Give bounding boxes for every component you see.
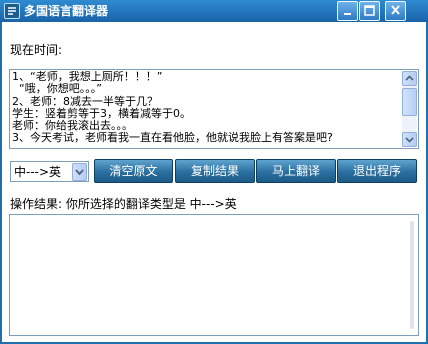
selected-direction: 中--->英 — [14, 165, 62, 179]
close-button[interactable] — [385, 1, 406, 21]
window-title: 多国语言翻译器 — [24, 4, 109, 18]
dropdown-button[interactable] — [72, 163, 87, 181]
maximize-button[interactable] — [359, 1, 380, 21]
source-scrollbar[interactable] — [402, 71, 417, 147]
result-scrollbar[interactable] — [410, 221, 414, 329]
time-label: 现在时间: — [10, 43, 63, 57]
clear-source-button[interactable]: 清空原文 — [94, 159, 173, 183]
client-area: 现在时间: 1、“老师，我想上厕所！！！” “哦，你想吧。。。” 2、老师：8减… — [2, 22, 426, 342]
title-bar[interactable]: 多国语言翻译器 — [0, 0, 428, 22]
scroll-up-button[interactable] — [402, 71, 417, 86]
minimize-button[interactable] — [337, 1, 358, 21]
translate-button[interactable]: 马上翻译 — [256, 159, 336, 183]
app-logo-icon[interactable] — [4, 3, 20, 19]
copy-result-button[interactable]: 复制结果 — [175, 159, 255, 183]
result-text[interactable] — [12, 216, 400, 334]
chevron-down-icon — [75, 169, 84, 176]
source-text[interactable]: 1、“老师，我想上厕所！！！” “哦，你想吧。。。” 2、老师：8减去一半等于几… — [12, 71, 400, 147]
translation-direction-select[interactable]: 中--->英 — [10, 161, 89, 182]
chevron-down-icon — [405, 137, 414, 143]
source-text-area[interactable]: 1、“老师，我想上厕所！！！” “哦，你想吧。。。” 2、老师：8减去一半等于几… — [9, 69, 419, 149]
exit-button[interactable]: 退出程序 — [337, 159, 417, 183]
result-text-area[interactable] — [9, 214, 419, 336]
scroll-thumb[interactable] — [402, 88, 417, 116]
chevron-up-icon — [405, 75, 414, 81]
minimize-icon — [344, 13, 351, 15]
maximize-icon — [364, 5, 375, 16]
close-icon — [391, 5, 400, 15]
scroll-down-button[interactable] — [402, 132, 417, 147]
result-label: 操作结果: 你所选择的翻译类型是 中--->英 — [10, 197, 237, 211]
app-window: 多国语言翻译器 现在时间: 1、“老师，我想上厕所！！！” “哦，你想吧。。。”… — [0, 0, 428, 344]
